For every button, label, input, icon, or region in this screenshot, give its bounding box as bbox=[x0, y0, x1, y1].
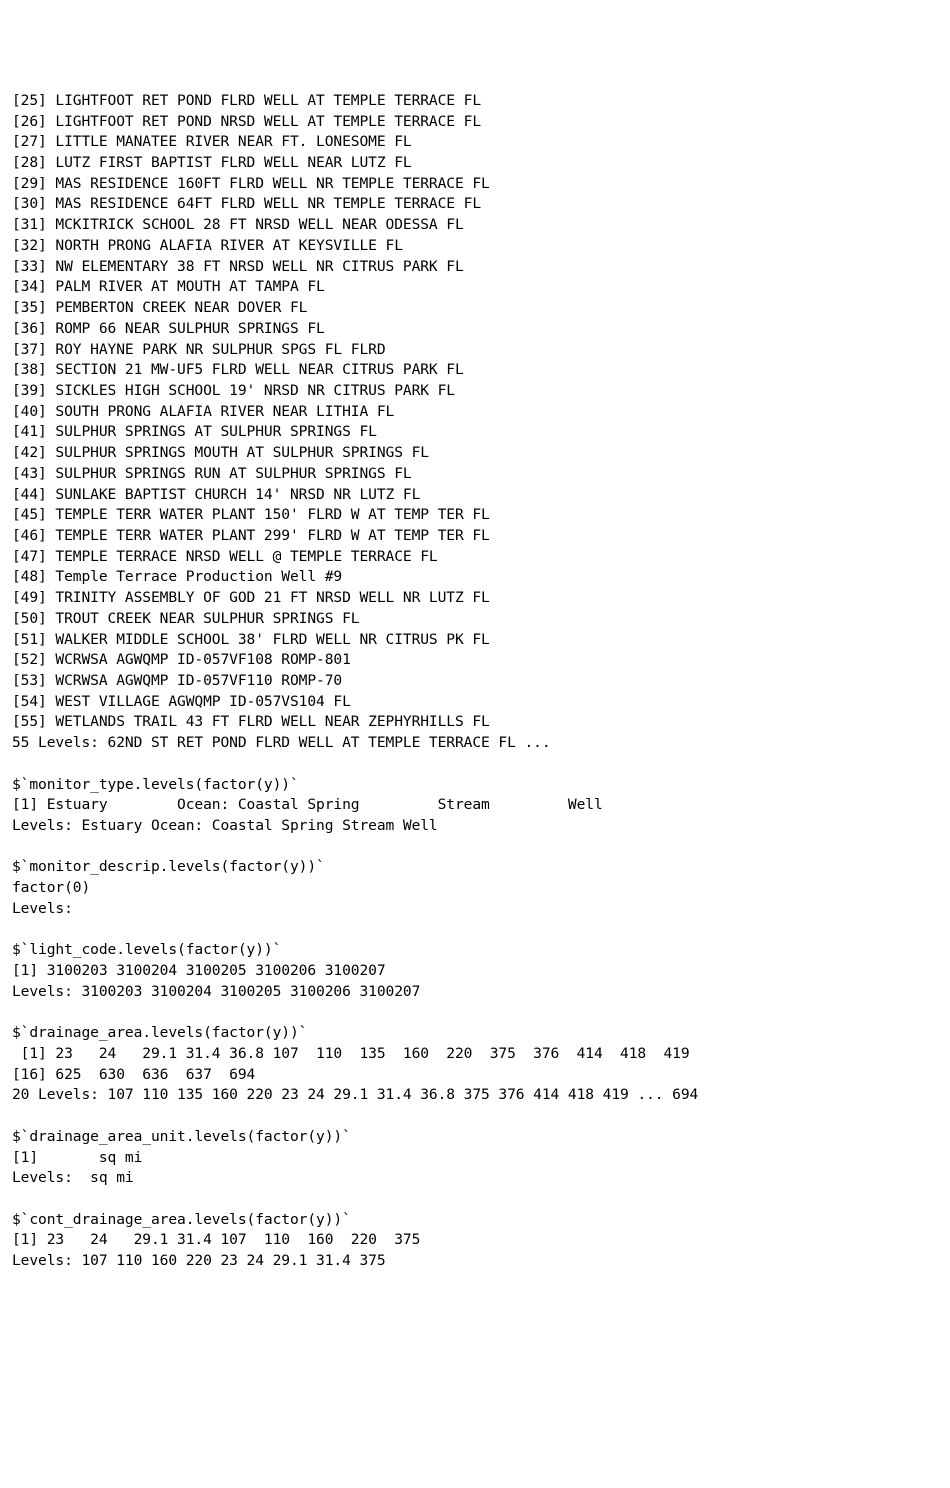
r-console-output: [25] LIGHTFOOT RET POND FLRD WELL AT TEM… bbox=[12, 91, 938, 1272]
